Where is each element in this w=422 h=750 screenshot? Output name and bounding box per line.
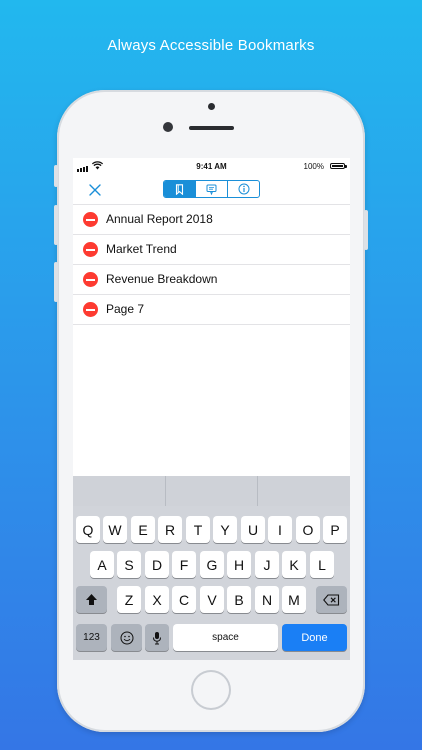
bookmark-label: Market Trend [106, 242, 177, 256]
key-w[interactable]: W [103, 516, 127, 543]
key-a[interactable]: A [90, 551, 114, 578]
bookmark-list: Annual Report 2018 Market Trend Revenue … [73, 205, 350, 325]
battery-cap [345, 165, 347, 168]
key-j[interactable]: J [255, 551, 279, 578]
key-f[interactable]: F [172, 551, 196, 578]
key-v[interactable]: V [200, 586, 224, 613]
key-s[interactable]: S [117, 551, 141, 578]
key-r[interactable]: R [158, 516, 182, 543]
key-u[interactable]: U [241, 516, 265, 543]
key-l[interactable]: L [310, 551, 334, 578]
volume-down-button [54, 262, 58, 302]
done-button[interactable]: Done [282, 624, 347, 651]
list-item[interactable]: Annual Report 2018 [73, 205, 350, 235]
comment-icon [206, 184, 217, 195]
key-d[interactable]: D [145, 551, 169, 578]
key-e[interactable]: E [131, 516, 155, 543]
space-key[interactable]: space [173, 624, 278, 651]
device-screen: 9:41 AM 100% Annual Report 2018 Market T… [73, 158, 350, 660]
suggestion-slot[interactable] [164, 476, 258, 506]
delete-minus-icon[interactable] [83, 242, 98, 257]
delete-minus-icon[interactable] [83, 272, 98, 287]
volume-up-button [54, 205, 58, 245]
key-i[interactable]: I [268, 516, 292, 543]
keyboard: Q W E R T Y U I O P A S D F G H J K L Z … [73, 506, 350, 660]
key-z[interactable]: Z [117, 586, 141, 613]
predictive-bar [73, 476, 350, 506]
key-q[interactable]: Q [76, 516, 100, 543]
backspace-icon [323, 593, 340, 606]
suggestion-slot[interactable] [257, 476, 350, 506]
shift-arrow-icon [86, 594, 97, 605]
status-bar: 9:41 AM 100% [73, 158, 350, 176]
key-h[interactable]: H [227, 551, 251, 578]
key-n[interactable]: N [255, 586, 279, 613]
close-icon[interactable] [87, 182, 103, 198]
shift-key[interactable] [76, 586, 107, 613]
side-button [54, 165, 58, 187]
nav-bar [73, 176, 350, 205]
microphone-icon [153, 631, 161, 644]
backspace-key[interactable] [316, 586, 347, 613]
dictation-key[interactable] [145, 624, 169, 651]
suggestion-slot[interactable] [73, 476, 165, 506]
tab-info[interactable] [227, 181, 259, 197]
list-item[interactable]: Market Trend [73, 235, 350, 265]
bookmark-icon [175, 183, 184, 195]
tab-comments[interactable] [195, 181, 227, 197]
info-icon [238, 183, 249, 195]
tab-bookmarks[interactable] [164, 181, 195, 197]
key-k[interactable]: K [282, 551, 306, 578]
key-m[interactable]: M [282, 586, 306, 613]
bookmark-label: Page 7 [106, 302, 145, 316]
front-camera [163, 122, 173, 132]
key-y[interactable]: Y [213, 516, 237, 543]
banner-title: Always Accessible Bookmarks [107, 37, 315, 54]
key-x[interactable]: X [145, 586, 169, 613]
bookmark-label: Annual Report 2018 [106, 212, 213, 226]
key-c[interactable]: C [172, 586, 196, 613]
delete-minus-icon[interactable] [83, 302, 98, 317]
key-p[interactable]: P [323, 516, 347, 543]
key-g[interactable]: G [200, 551, 224, 578]
emoji-key[interactable] [111, 624, 142, 651]
bookmark-label: Revenue Breakdown [106, 272, 218, 286]
earpiece-speaker [189, 126, 234, 130]
numbers-key[interactable]: 123 [76, 624, 107, 651]
battery-icon [330, 163, 345, 169]
power-button [364, 210, 368, 250]
key-t[interactable]: T [186, 516, 210, 543]
delete-minus-icon[interactable] [83, 212, 98, 227]
battery-percent: 100% [303, 162, 324, 171]
list-item[interactable]: Revenue Breakdown [73, 265, 350, 295]
key-o[interactable]: O [296, 516, 320, 543]
home-button[interactable] [191, 670, 231, 710]
list-item[interactable]: Page 7 [73, 295, 350, 325]
key-b[interactable]: B [227, 586, 251, 613]
emoji-icon [120, 631, 133, 644]
proximity-sensor [208, 103, 215, 110]
view-segmented-control [163, 180, 260, 198]
